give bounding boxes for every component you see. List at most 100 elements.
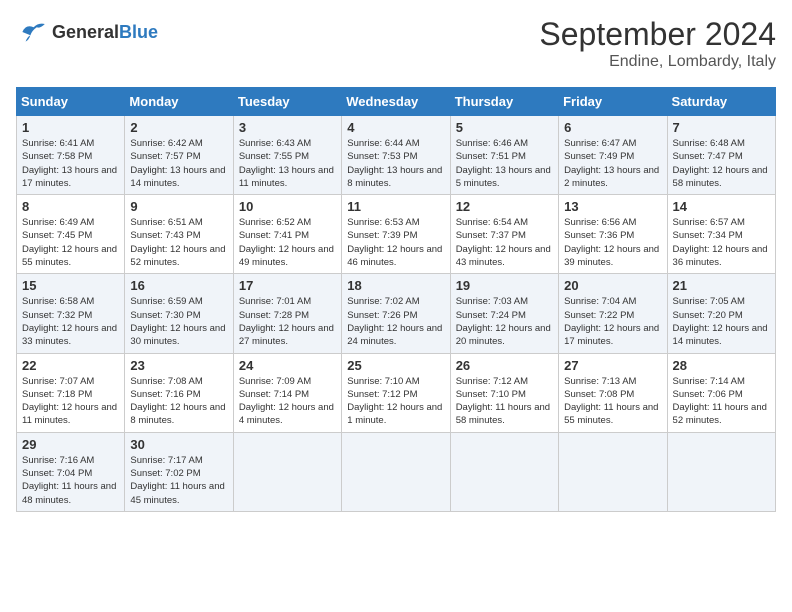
day-number: 10 xyxy=(239,199,336,214)
table-row xyxy=(667,432,775,511)
col-sunday: Sunday xyxy=(17,88,125,116)
day-number: 1 xyxy=(22,120,119,135)
table-row: 14 Sunrise: 6:57 AMSunset: 7:34 PMDayligh… xyxy=(667,195,775,274)
col-saturday: Saturday xyxy=(667,88,775,116)
calendar-week-row: 1 Sunrise: 6:41 AMSunset: 7:58 PMDaylight… xyxy=(17,116,776,195)
table-row: 29 Sunrise: 7:16 AMSunset: 7:04 PMDayligh… xyxy=(17,432,125,511)
day-info: Sunrise: 6:51 AMSunset: 7:43 PMDaylight:… xyxy=(130,216,227,269)
table-row: 10 Sunrise: 6:52 AMSunset: 7:41 PMDayligh… xyxy=(233,195,341,274)
table-row: 3Sunrise: 6:43 AMSunset: 7:55 PMDaylight… xyxy=(233,116,341,195)
day-number: 21 xyxy=(673,278,770,293)
day-number: 9 xyxy=(130,199,227,214)
table-row: 17 Sunrise: 7:01 AMSunset: 7:28 PMDayligh… xyxy=(233,274,341,353)
calendar-body: 1 Sunrise: 6:41 AMSunset: 7:58 PMDaylight… xyxy=(17,116,776,512)
table-row: 15Sunrise: 6:58 AMSunset: 7:32 PMDayligh… xyxy=(17,274,125,353)
day-info: Sunrise: 6:44 AMSunset: 7:53 PMDaylight:… xyxy=(347,137,444,190)
day-info: Sunrise: 6:48 AMSunset: 7:47 PMDaylight:… xyxy=(673,137,770,190)
day-number: 18 xyxy=(347,278,444,293)
day-info: Sunrise: 7:08 AMSunset: 7:16 PMDaylight:… xyxy=(130,375,227,428)
day-info: Sunrise: 6:43 AMSunset: 7:55 PMDaylight:… xyxy=(239,137,336,190)
logo: GeneralBlue xyxy=(16,16,158,48)
day-number: 20 xyxy=(564,278,661,293)
day-info: Sunrise: 6:56 AMSunset: 7:36 PMDaylight:… xyxy=(564,216,661,269)
day-info: Sunrise: 7:17 AMSunset: 7:02 PMDaylight:… xyxy=(130,454,227,507)
day-info: Sunrise: 6:53 AMSunset: 7:39 PMDaylight:… xyxy=(347,216,444,269)
calendar-week-row: 15Sunrise: 6:58 AMSunset: 7:32 PMDayligh… xyxy=(17,274,776,353)
day-number: 17 xyxy=(239,278,336,293)
table-row: 9 Sunrise: 6:51 AMSunset: 7:43 PMDaylight… xyxy=(125,195,233,274)
table-row: 20Sunrise: 7:04 AMSunset: 7:22 PMDayligh… xyxy=(559,274,667,353)
day-info: Sunrise: 6:52 AMSunset: 7:41 PMDaylight:… xyxy=(239,216,336,269)
day-number: 14 xyxy=(673,199,770,214)
day-number: 30 xyxy=(130,437,227,452)
table-row xyxy=(450,432,558,511)
table-row: 11 Sunrise: 6:53 AMSunset: 7:39 PMDayligh… xyxy=(342,195,450,274)
title-block: September 2024 Endine, Lombardy, Italy xyxy=(539,16,776,71)
day-info: Sunrise: 6:47 AMSunset: 7:49 PMDaylight:… xyxy=(564,137,661,190)
logo-general: General xyxy=(52,22,119,42)
day-number: 22 xyxy=(22,358,119,373)
day-number: 16 xyxy=(130,278,227,293)
table-row: 26 Sunrise: 7:12 AMSunset: 7:10 PMDayligh… xyxy=(450,353,558,432)
day-number: 23 xyxy=(130,358,227,373)
table-row: 4 Sunrise: 6:44 AMSunset: 7:53 PMDaylight… xyxy=(342,116,450,195)
day-number: 6 xyxy=(564,120,661,135)
day-info: Sunrise: 6:49 AMSunset: 7:45 PMDaylight:… xyxy=(22,216,119,269)
page-subtitle: Endine, Lombardy, Italy xyxy=(539,53,776,71)
day-info: Sunrise: 7:01 AMSunset: 7:28 PMDaylight:… xyxy=(239,295,336,348)
day-number: 11 xyxy=(347,199,444,214)
table-row: 19 Sunrise: 7:03 AMSunset: 7:24 PMDayligh… xyxy=(450,274,558,353)
calendar-week-row: 22Sunrise: 7:07 AMSunset: 7:18 PMDayligh… xyxy=(17,353,776,432)
table-row: 13 Sunrise: 6:56 AMSunset: 7:36 PMDayligh… xyxy=(559,195,667,274)
day-number: 12 xyxy=(456,199,553,214)
table-row: 18 Sunrise: 7:02 AMSunset: 7:26 PMDayligh… xyxy=(342,274,450,353)
table-row: 7 Sunrise: 6:48 AMSunset: 7:47 PMDaylight… xyxy=(667,116,775,195)
col-monday: Monday xyxy=(125,88,233,116)
table-row: 23 Sunrise: 7:08 AMSunset: 7:16 PMDayligh… xyxy=(125,353,233,432)
day-number: 2 xyxy=(130,120,227,135)
day-number: 15 xyxy=(22,278,119,293)
table-row: 8Sunrise: 6:49 AMSunset: 7:45 PMDaylight… xyxy=(17,195,125,274)
table-row: 1 Sunrise: 6:41 AMSunset: 7:58 PMDaylight… xyxy=(17,116,125,195)
day-number: 29 xyxy=(22,437,119,452)
day-number: 5 xyxy=(456,120,553,135)
logo-bird-icon xyxy=(16,16,48,48)
day-info: Sunrise: 7:16 AMSunset: 7:04 PMDaylight:… xyxy=(22,454,119,507)
day-info: Sunrise: 7:05 AMSunset: 7:20 PMDaylight:… xyxy=(673,295,770,348)
col-tuesday: Tuesday xyxy=(233,88,341,116)
day-info: Sunrise: 6:54 AMSunset: 7:37 PMDaylight:… xyxy=(456,216,553,269)
table-row: 12 Sunrise: 6:54 AMSunset: 7:37 PMDayligh… xyxy=(450,195,558,274)
day-info: Sunrise: 7:14 AMSunset: 7:06 PMDaylight:… xyxy=(673,375,770,428)
day-number: 19 xyxy=(456,278,553,293)
day-number: 4 xyxy=(347,120,444,135)
day-number: 13 xyxy=(564,199,661,214)
day-info: Sunrise: 6:46 AMSunset: 7:51 PMDaylight:… xyxy=(456,137,553,190)
table-row: 5 Sunrise: 6:46 AMSunset: 7:51 PMDaylight… xyxy=(450,116,558,195)
day-number: 27 xyxy=(564,358,661,373)
day-number: 26 xyxy=(456,358,553,373)
day-number: 7 xyxy=(673,120,770,135)
day-info: Sunrise: 7:13 AMSunset: 7:08 PMDaylight:… xyxy=(564,375,661,428)
day-number: 24 xyxy=(239,358,336,373)
calendar-week-row: 8Sunrise: 6:49 AMSunset: 7:45 PMDaylight… xyxy=(17,195,776,274)
day-info: Sunrise: 7:10 AMSunset: 7:12 PMDaylight:… xyxy=(347,375,444,428)
col-thursday: Thursday xyxy=(450,88,558,116)
table-row: 21 Sunrise: 7:05 AMSunset: 7:20 PMDayligh… xyxy=(667,274,775,353)
table-row: 22Sunrise: 7:07 AMSunset: 7:18 PMDayligh… xyxy=(17,353,125,432)
logo-text: GeneralBlue xyxy=(52,22,158,43)
day-info: Sunrise: 7:03 AMSunset: 7:24 PMDaylight:… xyxy=(456,295,553,348)
day-info: Sunrise: 7:12 AMSunset: 7:10 PMDaylight:… xyxy=(456,375,553,428)
col-wednesday: Wednesday xyxy=(342,88,450,116)
calendar-header-row: Sunday Monday Tuesday Wednesday Thursday… xyxy=(17,88,776,116)
calendar-week-row: 29 Sunrise: 7:16 AMSunset: 7:04 PMDayligh… xyxy=(17,432,776,511)
day-info: Sunrise: 6:57 AMSunset: 7:34 PMDaylight:… xyxy=(673,216,770,269)
page-title: September 2024 xyxy=(539,16,776,53)
table-row: 6 Sunrise: 6:47 AMSunset: 7:49 PMDaylight… xyxy=(559,116,667,195)
table-row: 25Sunrise: 7:10 AMSunset: 7:12 PMDayligh… xyxy=(342,353,450,432)
page-header: GeneralBlue September 2024 Endine, Lomba… xyxy=(16,16,776,71)
col-friday: Friday xyxy=(559,88,667,116)
logo-blue: Blue xyxy=(119,22,158,42)
day-info: Sunrise: 7:02 AMSunset: 7:26 PMDaylight:… xyxy=(347,295,444,348)
table-row xyxy=(233,432,341,511)
day-info: Sunrise: 6:41 AMSunset: 7:58 PMDaylight:… xyxy=(22,137,119,190)
